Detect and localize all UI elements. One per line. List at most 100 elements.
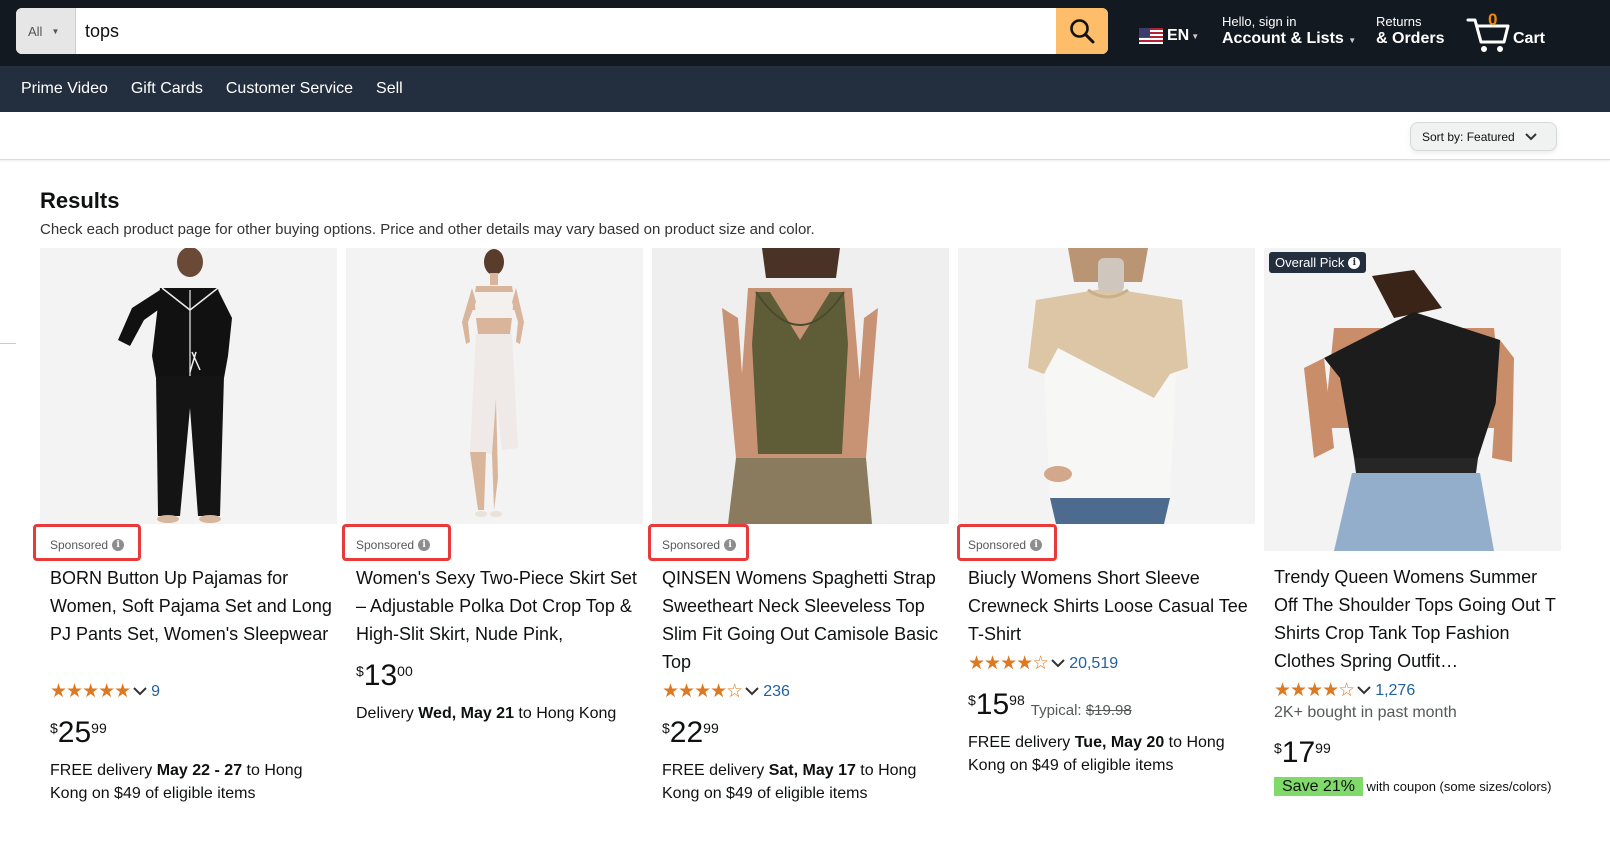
delivery-info: FREE delivery Tue, May 20 to Hong Kong o… (968, 731, 1253, 777)
chevron-down-icon (133, 687, 147, 696)
cart-label: Cart (1513, 30, 1546, 47)
product-card: Overall Pick i Trendy Queen Womens Summe… (1264, 248, 1561, 846)
product-price[interactable]: $ 25 99 (50, 716, 107, 750)
divider (0, 343, 16, 344)
star-rating-icon: ★★★★★ (50, 681, 131, 702)
price-symbol: $ (50, 720, 58, 736)
cart-count: 0 (1488, 10, 1498, 29)
coupon-text: with coupon (some sizes/colors) (1362, 779, 1552, 794)
top-header: All ▼ EN ▼ Hello, sign in Account & List… (0, 0, 1610, 66)
skirt-set-model-illustration (346, 248, 643, 524)
chevron-down-icon (1051, 659, 1065, 668)
nav-item-customer-service[interactable]: Customer Service (226, 80, 353, 98)
pajama-model-illustration (40, 248, 337, 524)
nav-item-gift-cards[interactable]: Gift Cards (131, 80, 203, 98)
price-fraction: 99 (703, 720, 719, 736)
nav-bar: Prime Video Gift Cards Customer Service … (0, 66, 1610, 112)
product-price[interactable]: $ 17 99 (1274, 736, 1331, 770)
info-icon: i (1030, 539, 1043, 551)
product-price[interactable]: $ 13 00 (356, 659, 413, 693)
delivery-info: FREE delivery May 22 - 27 to Hong Kong o… (50, 759, 335, 805)
price-symbol: $ (1274, 740, 1282, 756)
info-icon: i (1348, 256, 1361, 269)
rating-count-link[interactable]: 20,519 (1069, 655, 1118, 673)
language-selector[interactable]: EN ▼ (1139, 27, 1199, 45)
price-symbol: $ (968, 692, 976, 708)
delivery-date: Wed, May 21 (418, 705, 514, 722)
price-fraction: 99 (1315, 740, 1331, 756)
price-whole: 22 (669, 716, 704, 749)
caret-down-icon: ▼ (1348, 36, 1357, 45)
overall-pick-badge[interactable]: Overall Pick i (1269, 252, 1367, 273)
product-title[interactable]: Trendy Queen Womens Summer Off The Shoul… (1274, 563, 1559, 675)
coupon-badge: Save 21% (1274, 777, 1363, 796)
product-title[interactable]: BORN Button Up Pajamas for Women, Soft P… (50, 564, 335, 648)
info-icon: i (724, 539, 737, 551)
delivery-prefix: FREE delivery (662, 762, 769, 779)
sponsored-text: Sponsored (662, 538, 721, 552)
price-symbol: $ (662, 720, 670, 736)
product-price[interactable]: $ 22 99 (662, 716, 719, 750)
rating-count-link[interactable]: 236 (763, 683, 790, 701)
language-label: EN (1167, 27, 1190, 44)
product-image[interactable] (346, 248, 643, 524)
search-button[interactable] (1056, 8, 1108, 54)
search-input[interactable] (76, 8, 1056, 54)
returns-label: Returns (1376, 14, 1422, 29)
search-icon (1070, 19, 1095, 44)
product-title[interactable]: Biucly Womens Short Sleeve Crewneck Shir… (968, 564, 1253, 648)
sponsored-label[interactable]: Sponsored i (356, 538, 431, 552)
delivery-date: Tue, May 20 (1074, 734, 1165, 751)
product-image[interactable] (40, 248, 337, 524)
product-price[interactable]: $ 15 98 Typical: $19.98 (968, 688, 1132, 722)
search-category-dropdown[interactable]: All ▼ (16, 8, 76, 54)
star-rating-icon: ★★★★☆ (662, 681, 743, 702)
sort-dropdown[interactable]: Sort by: Featured (1410, 122, 1557, 151)
results-title: Results (40, 188, 120, 213)
caret-down-icon: ▼ (51, 26, 60, 36)
product-rating[interactable]: ★★★★☆ 20,519 (968, 652, 1118, 675)
delivery-prefix: Delivery (356, 705, 419, 722)
rating-count-link[interactable]: 9 (151, 683, 160, 701)
sort-bar: Sort by: Featured (0, 112, 1610, 160)
delivery-info: Delivery Wed, May 21 to Hong Kong (356, 702, 641, 725)
account-label: Account & Lists (1222, 30, 1344, 47)
coupon-info[interactable]: Save 21% with coupon (some sizes/colors) (1274, 776, 1559, 797)
sponsored-label[interactable]: Sponsored i (968, 538, 1043, 552)
chevron-down-icon (745, 687, 759, 696)
product-title[interactable]: QINSEN Womens Spaghetti Strap Sweetheart… (662, 564, 947, 676)
account-greeting: Hello, sign in (1222, 14, 1297, 29)
badge-label: Overall Pick (1275, 255, 1345, 270)
cart-button[interactable]: 0 Cart (1466, 10, 1556, 54)
price-whole: 13 (363, 659, 398, 692)
rating-count-link[interactable]: 1,276 (1375, 682, 1415, 700)
nav-item-prime-video[interactable]: Prime Video (21, 80, 108, 98)
delivery-prefix: FREE delivery (50, 762, 157, 779)
product-image[interactable] (958, 248, 1255, 524)
account-menu[interactable]: Hello, sign in Account & Lists ▼ (1222, 14, 1356, 50)
delivery-date: Sat, May 17 (768, 762, 856, 779)
price-whole: 25 (57, 716, 92, 749)
sponsored-text: Sponsored (50, 538, 109, 552)
tshirt-model-illustration (958, 248, 1255, 524)
delivery-prefix: FREE delivery (968, 734, 1075, 751)
sponsored-label[interactable]: Sponsored i (662, 538, 737, 552)
sponsored-text: Sponsored (968, 538, 1027, 552)
product-image[interactable] (652, 248, 949, 524)
product-rating[interactable]: ★★★★☆ 236 (662, 680, 790, 703)
sponsored-text: Sponsored (356, 538, 415, 552)
nav-item-sell[interactable]: Sell (376, 80, 403, 98)
price-whole: 15 (975, 688, 1010, 721)
returns-orders-link[interactable]: Returns & Orders (1376, 14, 1444, 48)
product-title[interactable]: Women's Sexy Two-Piece Skirt Set – Adjus… (356, 564, 641, 648)
product-rating[interactable]: ★★★★★ 9 (50, 680, 160, 703)
us-flag-icon (1139, 28, 1163, 44)
product-image[interactable]: Overall Pick i (1264, 248, 1561, 551)
product-card: Sponsored i Biucly Womens Short Sleeve C… (957, 248, 1255, 846)
product-rating[interactable]: ★★★★☆ 1,276 (1274, 679, 1415, 702)
off-shoulder-top-model-illustration (1264, 248, 1561, 551)
sponsored-label[interactable]: Sponsored i (50, 538, 125, 552)
price-fraction: 98 (1009, 692, 1025, 708)
product-card: Sponsored i QINSEN Womens Spaghetti Stra… (648, 248, 949, 846)
product-card: Sponsored i BORN Button Up Pajamas for W… (33, 248, 337, 846)
